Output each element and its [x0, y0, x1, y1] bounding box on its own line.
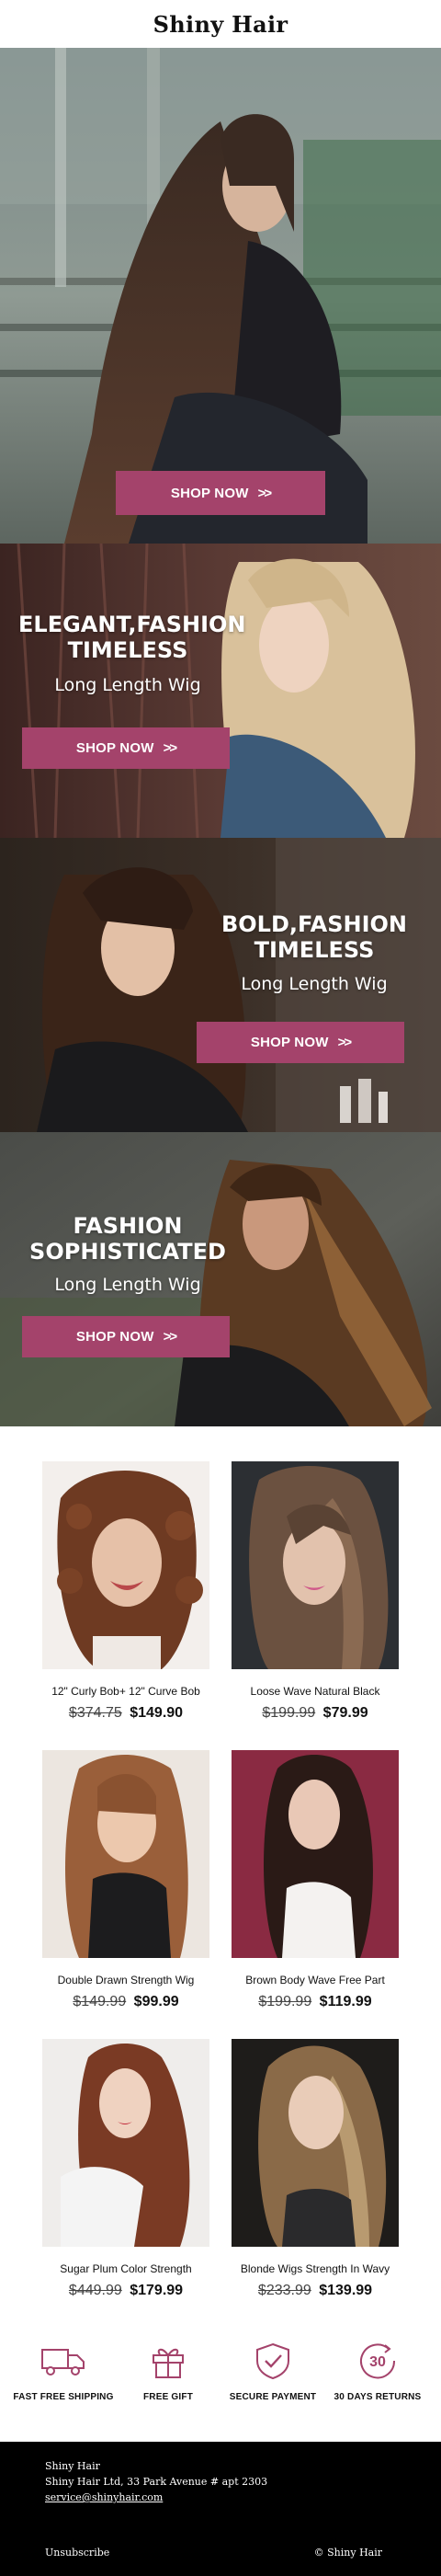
hero-1-button-label: SHOP NOW: [170, 485, 249, 501]
product-image[interactable]: [232, 1750, 399, 1958]
hero-4-button-label: SHOP NOW: [75, 1329, 154, 1345]
product-card[interactable]: Sugar Plum Color Strength $449.99 $179.9…: [42, 2039, 209, 2328]
hero-4-shop-now-button[interactable]: SHOP NOW >>: [22, 1316, 230, 1357]
feature-free-gift: FREE GIFT: [116, 2342, 220, 2425]
hero-4-subtitle: Long Length Wig: [54, 1275, 201, 1295]
product-original-price: $233.99: [257, 2283, 311, 2298]
double-chevron-right-icon: >>: [163, 740, 177, 756]
product-name[interactable]: Double Drawn Strength Wig: [42, 1974, 209, 1986]
product-price: $374.75 $149.90: [42, 1705, 209, 1722]
product-original-price: $374.75: [68, 1705, 122, 1721]
product-name[interactable]: Loose Wave Natural Black: [232, 1685, 399, 1698]
hero-3-subtitle: Long Length Wig: [241, 974, 388, 994]
product-card[interactable]: Blonde Wigs Strength In Wavy $233.99 $13…: [232, 2039, 399, 2328]
product-sale-price: $119.99: [319, 1994, 372, 2009]
product-sale-price: $179.99: [130, 2283, 184, 2298]
hero-banner-2[interactable]: ELEGANT,FASHION TIMELESS Long Length Wig…: [0, 544, 441, 838]
feature-label: FAST FREE SHIPPING: [13, 2392, 114, 2402]
brand-logo[interactable]: Shiny Hair: [153, 11, 288, 38]
product-image[interactable]: [42, 2039, 209, 2247]
returns-badge-text: 30: [369, 2354, 386, 2370]
product-price: $199.99 $79.99: [232, 1705, 399, 1722]
product-image[interactable]: [232, 1461, 399, 1669]
hero-1-shop-now-button[interactable]: SHOP NOW >>: [116, 471, 325, 515]
product-price: $199.99 $119.99: [232, 1994, 399, 2010]
gift-icon: [153, 2348, 184, 2378]
product-image[interactable]: [232, 2039, 399, 2247]
feature-label: FREE GIFT: [142, 2392, 194, 2402]
truck-icon: [41, 2349, 85, 2376]
feature-fast-free-shipping: FAST FREE SHIPPING: [11, 2342, 116, 2425]
product-card[interactable]: Brown Body Wave Free Part $199.99 $119.9…: [232, 1750, 399, 2039]
hero-banner-3[interactable]: BOLD,FASHION TIMELESS Long Length Wig SH…: [0, 838, 441, 1132]
feature-label: 30 DAYS RETURNS: [334, 2392, 422, 2402]
product-sale-price: $99.99: [133, 1994, 179, 2009]
hero-2-button-label: SHOP NOW: [75, 740, 154, 756]
features-bar: FAST FREE SHIPPING FREE GIFT SECURE PAYM…: [0, 2328, 441, 2425]
product-name[interactable]: 12" Curly Bob+ 12" Curve Bob: [42, 1685, 209, 1698]
product-original-price: $199.99: [258, 1994, 312, 2009]
product-image[interactable]: [42, 1461, 209, 1669]
feature-label: SECURE PAYMENT: [229, 2392, 317, 2402]
hero-1-photo: [0, 48, 441, 544]
double-chevron-right-icon: >>: [337, 1035, 352, 1050]
unsubscribe-link[interactable]: Unsubscribe: [45, 2547, 109, 2559]
product-name[interactable]: Blonde Wigs Strength In Wavy: [232, 2262, 399, 2275]
product-card[interactable]: 12" Curly Bob+ 12" Curve Bob $374.75 $14…: [42, 1461, 209, 1750]
product-price: $449.99 $179.99: [42, 2283, 209, 2299]
product-image[interactable]: [42, 1750, 209, 1958]
footer: Shiny Hair Shiny Hair Ltd, 33 Park Avenu…: [0, 2442, 441, 2576]
product-original-price: $449.99: [68, 2283, 122, 2298]
hero-2-title: ELEGANT,FASHION TIMELESS: [18, 612, 246, 663]
footer-contact: Shiny Hair Shiny Hair Ltd, 33 Park Avenu…: [45, 2458, 267, 2505]
hero-3-title: BOLD,FASHION TIMELESS: [220, 911, 408, 963]
returns-30-icon: 30: [360, 2343, 396, 2379]
footer-address: Shiny Hair Ltd, 33 Park Avenue # apt 230…: [45, 2476, 268, 2488]
product-sale-price: $149.90: [130, 1705, 184, 1721]
hero-4-title: FASHION SOPHISTICATED: [29, 1213, 226, 1265]
product-sale-price: $79.99: [322, 1705, 368, 1721]
product-sale-price: $139.99: [319, 2283, 373, 2298]
product-price: $149.99 $99.99: [42, 1994, 209, 2010]
product-card[interactable]: Double Drawn Strength Wig $149.99 $99.99: [42, 1750, 209, 2039]
shield-check-icon: [256, 2342, 289, 2379]
product-card[interactable]: Loose Wave Natural Black $199.99 $79.99: [232, 1461, 399, 1750]
footer-copyright: © Shiny Hair: [313, 2547, 382, 2559]
double-chevron-right-icon: >>: [257, 485, 272, 501]
footer-email-link[interactable]: service@shinyhair.com: [45, 2490, 267, 2505]
hero-3-button-label: SHOP NOW: [250, 1035, 329, 1050]
product-original-price: $199.99: [262, 1705, 316, 1721]
feature-30-days-returns: 30 30 DAYS RETURNS: [325, 2342, 430, 2425]
hero-banner-4[interactable]: FASHION SOPHISTICATED Long Length Wig SH…: [0, 1132, 441, 1426]
hero-2-shop-now-button[interactable]: SHOP NOW >>: [22, 727, 230, 769]
product-name[interactable]: Sugar Plum Color Strength: [42, 2262, 209, 2275]
hero-3-shop-now-button[interactable]: SHOP NOW >>: [197, 1022, 404, 1063]
hero-2-subtitle: Long Length Wig: [54, 675, 201, 695]
double-chevron-right-icon: >>: [163, 1329, 177, 1345]
header: Shiny Hair: [0, 0, 441, 48]
product-grid: 12" Curly Bob+ 12" Curve Bob $374.75 $14…: [0, 1426, 441, 2328]
email-page: Shiny Hair SHOP NOW >> ELEGANT,FASHION T…: [0, 0, 441, 2576]
product-price: $233.99 $139.99: [232, 2283, 399, 2299]
hero-banner-1[interactable]: SHOP NOW >>: [0, 48, 441, 544]
product-original-price: $149.99: [73, 1994, 127, 2009]
product-name[interactable]: Brown Body Wave Free Part: [232, 1974, 399, 1986]
feature-secure-payment: SECURE PAYMENT: [220, 2342, 325, 2425]
footer-company: Shiny Hair: [45, 2460, 100, 2472]
